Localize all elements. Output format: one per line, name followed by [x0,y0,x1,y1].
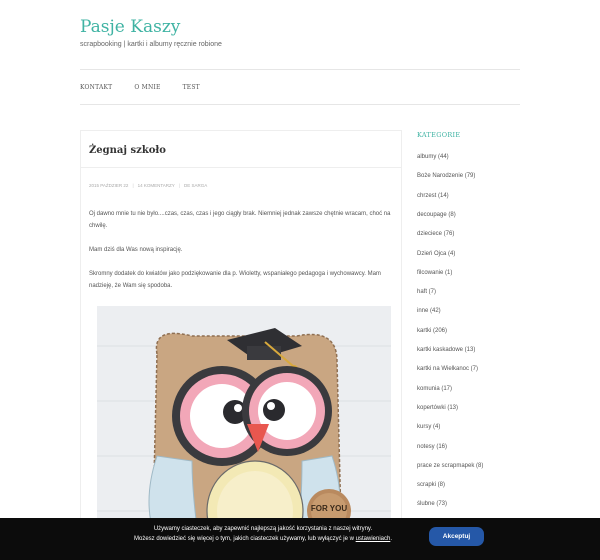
nav-item-kontakt[interactable]: KONTAKT [80,84,112,91]
cookie-line-2-text: Możesz dowiedzieć się więcej o tym, jaki… [134,536,356,542]
blog-post: Żegnaj szkoło 2015 PAŹDZIER 22 | 14 KOME… [80,130,402,560]
sidebar-category-item[interactable]: prace ze scrapmapek (8) [417,463,483,469]
sidebar-category-item[interactable]: haft (7) [417,289,436,295]
sidebar-category-item[interactable]: kopertówki (13) [417,405,458,411]
photo-tag-text: FOR YOU [311,504,348,513]
post-paragraph: Oj dawno mnie tu nie było....czas, czas,… [89,211,391,229]
post-meta: 2015 PAŹDZIER 22 | 14 KOMENTARZY | DE SA… [89,183,207,188]
accept-cookies-button[interactable]: Akceptuj [429,527,484,546]
nav-item-test[interactable]: TEST [183,84,200,91]
cookie-line-2-end: . [390,536,392,542]
cookie-banner: Używamy ciasteczek, aby zapewnić najleps… [0,518,600,560]
sidebar-category-item[interactable]: kartki na Wielkanoc (7) [417,366,478,372]
sidebar-category-item[interactable]: Boże Narodzenie (79) [417,173,475,179]
sidebar-category-item[interactable]: komunia (17) [417,386,452,392]
sidebar-category-item[interactable]: kursy (4) [417,424,440,430]
site-title[interactable]: Pasje Kaszy [80,17,180,37]
cookie-settings-link[interactable]: ustawieniach [356,536,391,542]
cookie-message: Używamy ciasteczek, aby zapewnić najleps… [113,524,413,544]
sidebar-category-item[interactable]: albumy (44) [417,154,449,160]
post-date[interactable]: 2015 PAŹDZIER 22 [89,183,128,188]
header-divider [80,69,520,70]
meta-separator: | [178,183,180,188]
cookie-line-2: Możesz dowiedzieć się więcej o tym, jaki… [113,534,413,544]
sidebar-category-item[interactable]: dzieciece (76) [417,231,454,237]
post-paragraph: Skromny dodatek do kwiatów jako podzięko… [89,271,381,289]
sidebar-category-item[interactable]: inne (42) [417,308,441,314]
cookie-line-1: Używamy ciasteczek, aby zapewnić najleps… [153,526,373,532]
sidebar-heading: KATEGORIE [417,131,461,139]
post-comments-link[interactable]: 14 KOMENTARZY [138,183,175,188]
main-nav: KONTAKT O MNIE TEST [80,84,222,91]
sidebar-category-item[interactable]: kartki (206) [417,328,447,334]
sidebar-category-item[interactable]: notesy (16) [417,444,447,450]
post-paragraph: Mam dziś dla Was nową inspirację. [89,247,183,253]
post-title[interactable]: Żegnaj szkoło [89,145,166,156]
sidebar-category-item[interactable]: chrzest (14) [417,193,449,199]
meta-separator: | [132,183,134,188]
sidebar-category-item[interactable]: decoupage (8) [417,212,456,218]
sidebar-category-item[interactable]: ślubne (73) [417,501,447,507]
sidebar-category-item[interactable]: kartki kaskadowe (13) [417,347,475,353]
post-category-link[interactable]: DE SARGA [184,183,207,188]
site-tagline: scrapbooking | kartki i albumy ręcznie r… [80,41,222,48]
sidebar-category-item[interactable]: filcowanie (1) [417,270,452,276]
nav-divider [80,104,520,105]
nav-item-o-mnie[interactable]: O MNIE [134,84,160,91]
sidebar-category-item[interactable]: scrapki (8) [417,482,445,488]
sidebar-category-item[interactable]: Dzień Ojca (4) [417,251,455,257]
post-title-divider [81,167,401,168]
